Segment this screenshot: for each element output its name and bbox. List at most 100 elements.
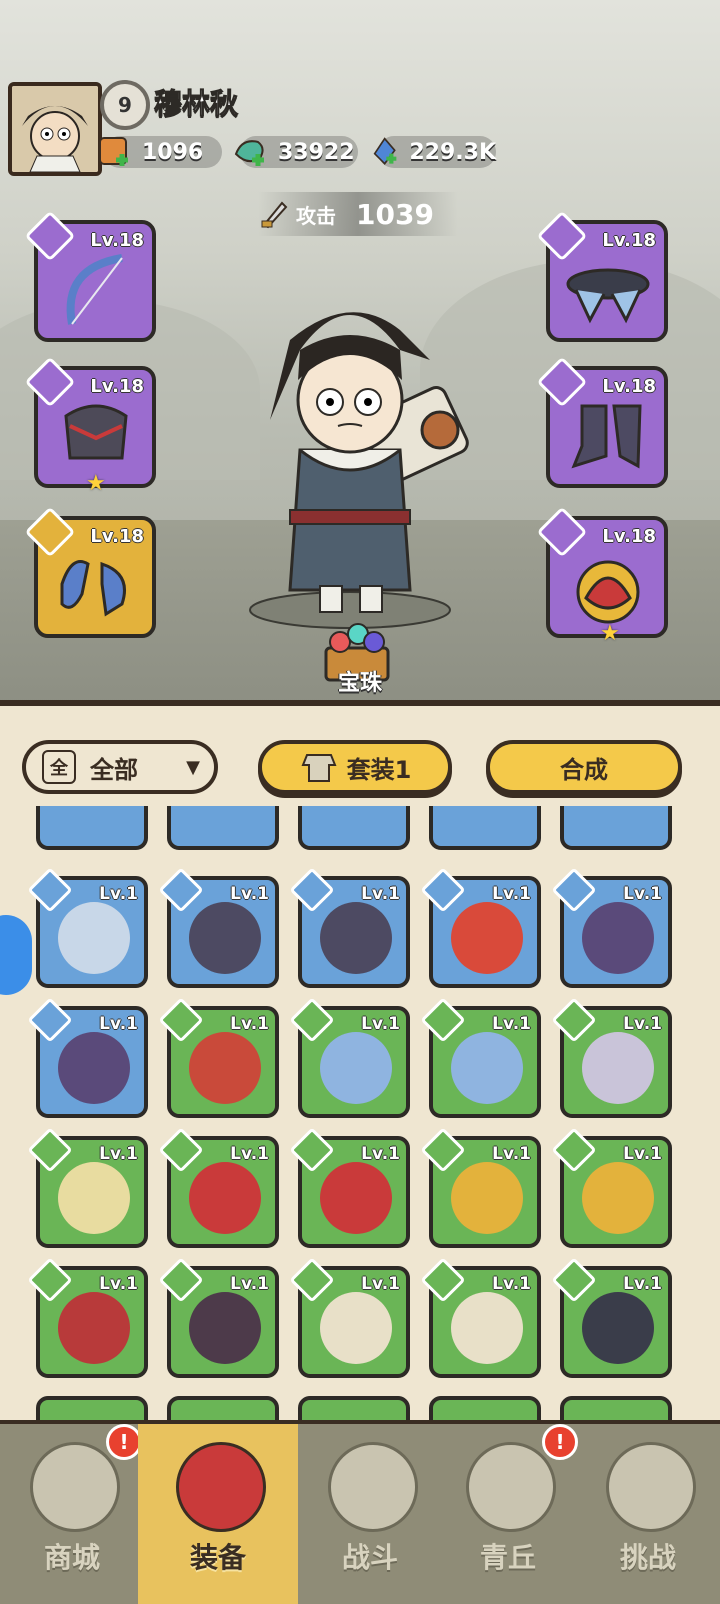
inventory-item[interactable]: [167, 806, 279, 850]
inventory-item[interactable]: [560, 806, 672, 850]
filter-icon: 全: [42, 750, 76, 784]
item-level: Lv.1: [230, 1014, 269, 1034]
inventory-item[interactable]: [298, 1396, 410, 1420]
nav-label: 战斗: [341, 1541, 398, 1574]
attack-value: 1039: [356, 197, 434, 231]
equip-level: Lv.18: [602, 376, 656, 397]
bow-icon: [66, 254, 123, 325]
inventory-item[interactable]: [298, 806, 410, 850]
armor-type-icon: [289, 1127, 335, 1173]
inventory-grid: Lv.1 Lv.1 Lv.1 Lv.1 Lv.1 Lv.1 Lv.1 Lv.1 …: [0, 806, 720, 1420]
equip-level: Lv.18: [602, 230, 656, 251]
inventory-item[interactable]: [560, 1396, 672, 1420]
helmet-icon: [582, 1162, 654, 1234]
item-level: Lv.1: [361, 1274, 400, 1294]
inventory-item[interactable]: [429, 1396, 541, 1420]
item-level: Lv.1: [492, 1274, 531, 1294]
chevron-down-icon: ▼: [186, 756, 200, 778]
inventory-item[interactable]: Lv.1: [27, 867, 148, 988]
helmet-icon: [64, 404, 128, 460]
armor-type-icon: [420, 1127, 466, 1173]
resource-scroll[interactable]: 1096: [99, 136, 222, 168]
item-level: Lv.1: [623, 1014, 662, 1034]
sword-icon: [261, 201, 288, 229]
boots-icon: [571, 404, 642, 469]
boots-icon: [320, 902, 392, 974]
inventory-item[interactable]: [429, 806, 541, 850]
inventory-item[interactable]: Lv.1: [551, 1257, 672, 1378]
inventory-item[interactable]: Lv.1: [289, 997, 410, 1118]
boots-type-icon: [158, 867, 204, 913]
resource-jade[interactable]: 33922: [234, 136, 358, 168]
seal-icon: [582, 1032, 654, 1104]
helmet-icon: [320, 1162, 392, 1234]
inventory-item[interactable]: Lv.1: [420, 1257, 541, 1378]
inventory-item[interactable]: Lv.1: [289, 867, 410, 988]
nav-battle[interactable]: 战斗: [298, 1424, 442, 1604]
inventory-item[interactable]: Lv.1: [420, 997, 541, 1118]
inventory-item[interactable]: Lv.1: [420, 867, 541, 988]
star-icon: ★: [600, 621, 620, 646]
weapon-type-icon: [289, 997, 335, 1043]
inventory-item[interactable]: Lv.1: [27, 1257, 148, 1378]
ring-type-icon: [420, 1257, 466, 1303]
inventory-item[interactable]: Lv.1: [551, 867, 672, 988]
belt-icon: [582, 1292, 654, 1364]
item-level: Lv.1: [99, 884, 138, 904]
inventory-item[interactable]: [167, 1396, 279, 1420]
inventory-item[interactable]: Lv.1: [420, 1127, 541, 1248]
nav-shop[interactable]: ! 商城: [0, 1424, 144, 1604]
equip-slot-boots[interactable]: Lv.18: [536, 356, 668, 488]
inventory-item[interactable]: Lv.1: [551, 997, 672, 1118]
bow-icon: [451, 1032, 523, 1104]
inventory-item[interactable]: Lv.1: [158, 867, 279, 988]
equip-slot-amulet[interactable]: Lv.18 ★: [536, 506, 668, 646]
nav-challenge[interactable]: 挑战: [576, 1424, 720, 1604]
nav-qingqiu[interactable]: ! 青丘: [436, 1424, 580, 1604]
item-level: Lv.1: [230, 884, 269, 904]
hero-character[interactable]: [240, 290, 480, 630]
item-level: Lv.1: [623, 1144, 662, 1164]
notification-badge: !: [106, 1424, 142, 1460]
merge-button[interactable]: 合成: [486, 740, 682, 794]
side-floating-button[interactable]: [0, 915, 32, 995]
inventory-item[interactable]: Lv.1: [158, 1127, 279, 1248]
item-level: Lv.1: [230, 1274, 269, 1294]
item-level: Lv.1: [230, 1144, 269, 1164]
bracer-icon: [60, 560, 126, 617]
inventory-item[interactable]: Lv.1: [551, 1127, 672, 1248]
bottom-nav: ! 商城 装备 战斗 ! 青丘 挑战: [0, 1420, 720, 1604]
equip-slot-weapon[interactable]: Lv.18: [24, 210, 156, 342]
inventory-item[interactable]: Lv.1: [158, 997, 279, 1118]
inventory-item[interactable]: [36, 806, 148, 850]
helmet-icon: [451, 1162, 523, 1234]
inventory-item[interactable]: Lv.1: [27, 997, 148, 1118]
armor-set-icon: [301, 754, 337, 782]
set-button[interactable]: 套装1: [258, 740, 452, 794]
equip-slot-armor[interactable]: Lv.18 ★: [24, 356, 156, 496]
equip-slot-belt[interactable]: Lv.18: [536, 210, 668, 342]
resource-crystal[interactable]: 229.3K: [373, 136, 496, 168]
amulet-icon: [576, 560, 640, 624]
inventory-item[interactable]: Lv.1: [289, 1257, 410, 1378]
item-level: Lv.1: [492, 1014, 531, 1034]
ring-type-icon: [289, 1257, 335, 1303]
gem-label: 宝珠: [337, 671, 382, 696]
nav-equipment[interactable]: 装备: [138, 1424, 298, 1604]
merge-label: 合成: [560, 755, 608, 784]
crystal-icon: [373, 137, 397, 165]
amulet-type-icon: [27, 997, 73, 1043]
filter-dropdown[interactable]: 全 全部 ▼: [22, 740, 218, 794]
player-level-badge: 9: [100, 80, 150, 130]
armor-type-icon: [551, 1127, 597, 1173]
inventory-item[interactable]: Lv.1: [158, 1257, 279, 1378]
inventory-item[interactable]: [36, 1396, 148, 1420]
equip-slot-ring[interactable]: Lv.18: [24, 506, 156, 638]
inventory-item[interactable]: Lv.1: [27, 1127, 148, 1248]
player-avatar[interactable]: [8, 82, 102, 176]
jade-count: 33922: [278, 139, 355, 165]
item-level: Lv.1: [492, 1144, 531, 1164]
weapon-type-icon: [420, 997, 466, 1043]
armor-type-icon: [158, 1127, 204, 1173]
inventory-item[interactable]: Lv.1: [289, 1127, 410, 1248]
